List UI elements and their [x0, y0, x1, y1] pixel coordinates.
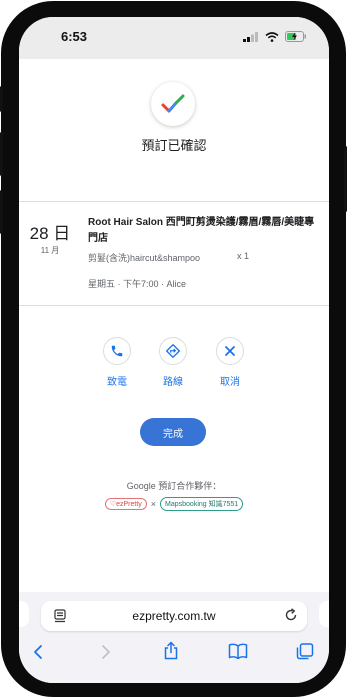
reload-icon[interactable] — [284, 608, 298, 622]
next-tab-edge[interactable] — [319, 601, 329, 627]
directions-label[interactable]: 路線 — [148, 373, 198, 388]
call-label[interactable]: 致電 — [92, 373, 142, 388]
wifi-icon — [265, 31, 279, 42]
side-button-volume-down — [0, 190, 3, 234]
booking-month: 11 月 — [40, 246, 60, 255]
booking-day: 28 日 — [29, 224, 71, 243]
status-time: 6:53 — [61, 29, 88, 44]
check-icon — [161, 94, 185, 113]
service-quantity: x 1 — [237, 251, 250, 261]
forward-icon[interactable] — [101, 644, 111, 660]
ezpretty-logo: ♡ezPretty — [104, 498, 147, 510]
divider-middle — [19, 305, 329, 306]
confirmation-title: 預訂已確認 — [141, 138, 207, 153]
phone-icon — [111, 345, 123, 357]
safari-toolbar: ezpretty.com.tw — [19, 592, 329, 683]
service-name: 剪髮(含洗)haircut&shampoo — [88, 253, 201, 263]
close-icon — [225, 346, 235, 356]
screen: 6:53 預訂已確認 28 日 11 月 Root Hair Salon 西門町… — [19, 17, 329, 683]
phone-frame: 6:53 預訂已確認 28 日 11 月 Root Hair Salon 西門町… — [0, 0, 347, 698]
call-action[interactable]: 致電 — [92, 337, 142, 388]
status-bar: 6:53 — [19, 17, 329, 59]
call-button[interactable] — [103, 337, 131, 365]
previous-tab-edge[interactable] — [19, 601, 29, 627]
partners-label: Google 預訂合作夥伴： — [126, 481, 222, 491]
partners-logos: ♡ezPretty × Mapsbooking 知識7551 — [19, 497, 329, 511]
battery-charging-icon — [285, 31, 306, 42]
done-button[interactable]: 完成 — [140, 418, 206, 446]
google-checkmark-logo — [151, 82, 195, 126]
side-button-mute — [0, 86, 3, 112]
tabs-icon[interactable] — [296, 643, 314, 660]
side-button-volume-up — [0, 132, 3, 176]
directions-button[interactable] — [159, 337, 187, 365]
cancel-action[interactable]: 取消 — [205, 337, 255, 388]
cancel-label[interactable]: 取消 — [205, 373, 255, 388]
share-icon[interactable] — [163, 641, 179, 660]
back-icon[interactable] — [33, 644, 43, 660]
divider-top — [19, 201, 329, 202]
mapsbooking-logo: Mapsbooking 知識7551 — [160, 497, 244, 511]
appointment-time: 星期五 · 下午7:00 · Alice — [88, 279, 187, 289]
address-bar[interactable]: ezpretty.com.tw — [41, 601, 307, 631]
partner-separator: × — [150, 499, 157, 509]
directions-action[interactable]: 路線 — [148, 337, 198, 388]
directions-icon — [166, 344, 180, 358]
salon-name: Root Hair Salon 西門町剪燙染護/霧眉/霧唇/美睫專門店 — [88, 217, 315, 244]
signal-icon — [243, 31, 258, 42]
bookmarks-icon[interactable] — [228, 643, 248, 659]
status-icons — [243, 31, 307, 42]
url-text[interactable]: ezpretty.com.tw — [41, 609, 307, 623]
cancel-button[interactable] — [216, 337, 244, 365]
